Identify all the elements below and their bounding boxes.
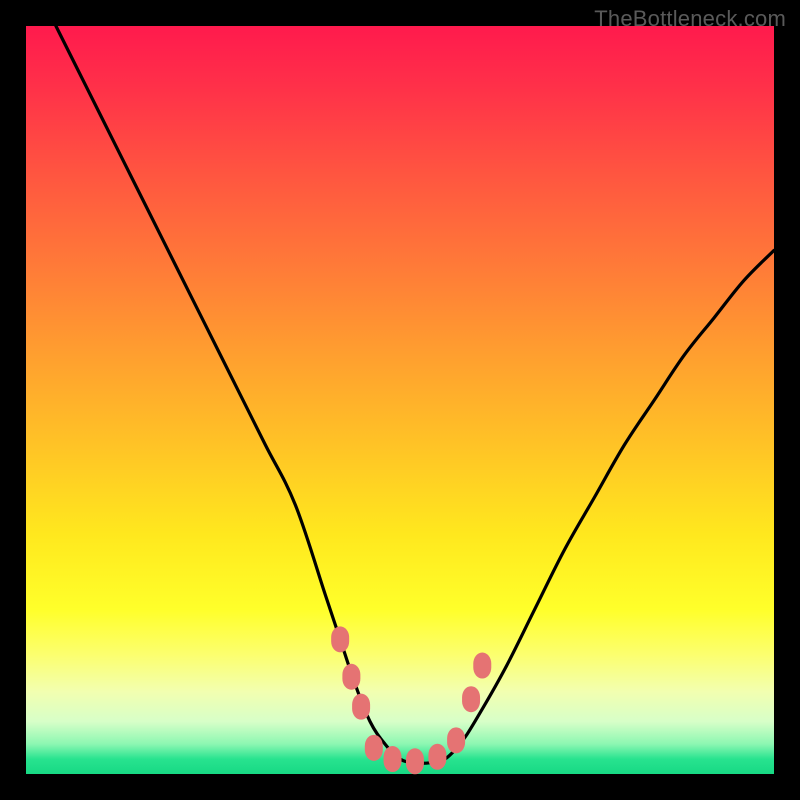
curve-marker (447, 727, 465, 753)
curve-marker (473, 653, 491, 679)
curve-marker (352, 694, 370, 720)
chart-frame: TheBottleneck.com (0, 0, 800, 800)
plot-area (26, 26, 774, 774)
curve-marker (428, 744, 446, 770)
watermark-text: TheBottleneck.com (594, 6, 786, 32)
curve-marker (462, 686, 480, 712)
curve-marker (365, 735, 383, 761)
bottleneck-curve (56, 26, 774, 763)
curve-layer (26, 26, 774, 774)
curve-marker (406, 748, 424, 774)
curve-marker (342, 664, 360, 690)
curve-marker (384, 746, 402, 772)
curve-marker (331, 626, 349, 652)
